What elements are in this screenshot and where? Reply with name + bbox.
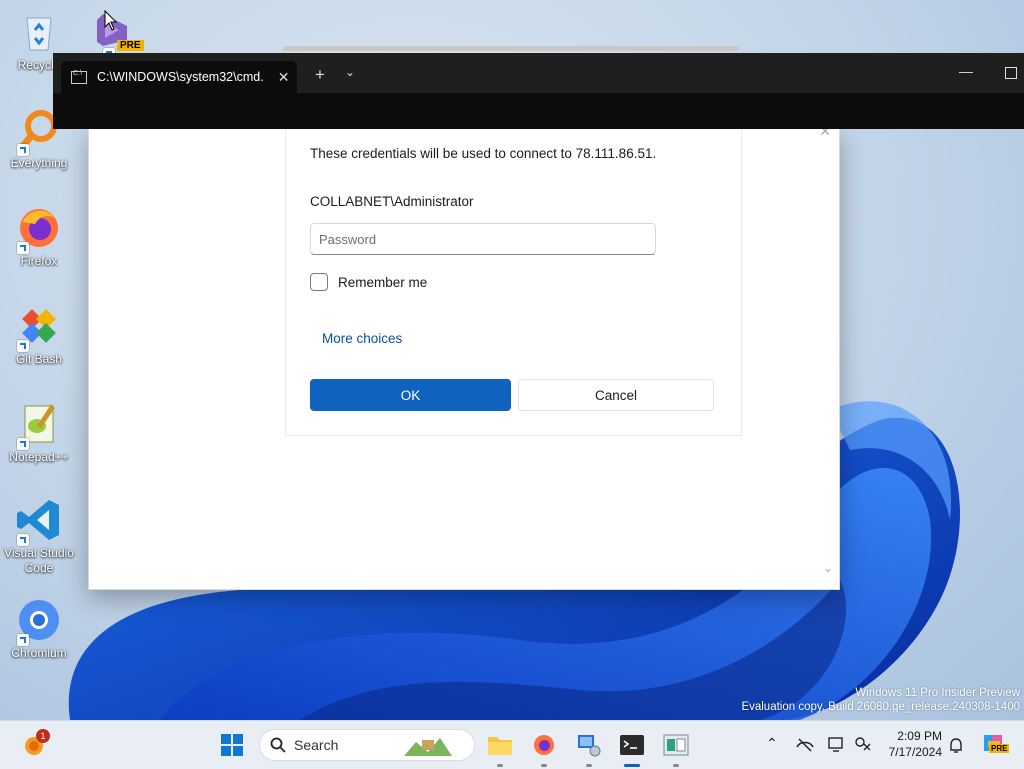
search-highlight-icon — [404, 738, 452, 756]
desktop-icon-label: Chromium — [11, 646, 67, 660]
new-tab-plus-icon[interactable]: + — [315, 65, 325, 85]
desktop-icon-vscode[interactable]: Visual Studio Code — [1, 496, 77, 576]
running-indicator — [541, 764, 547, 767]
display-settings-icon[interactable] — [828, 736, 846, 754]
password-field[interactable] — [310, 223, 656, 255]
shortcut-arrow-icon — [17, 534, 29, 546]
watermark-line-1: Windows 11 Pro Insider Preview — [855, 687, 1020, 699]
running-indicator — [586, 764, 592, 767]
desktop-icon-label: Everything — [10, 156, 68, 170]
remember-me-row[interactable]: Remember me — [310, 273, 427, 291]
credential-card: These credentials will be used to connec… — [285, 129, 742, 436]
desktop-icon-git-bash[interactable]: Git Bash — [1, 302, 77, 367]
chromium-icon — [15, 596, 63, 646]
evaluation-watermark: Windows 11 Pro Insider Preview Evaluatio… — [741, 686, 1020, 714]
taskbar: 1 Search ⌃ 2:09 PM 7/17/2024 PRE — [0, 720, 1024, 769]
terminal-window: C:\WINDOWS\system32\cmd. ✕ + ⌄ — — [53, 53, 1024, 129]
shortcut-arrow-icon — [17, 438, 29, 450]
desktop-icon-label: Visual Studio Code — [4, 546, 74, 575]
scroll-down-chevron-icon[interactable]: ⌄ — [823, 561, 833, 575]
maximize-icon[interactable] — [1005, 67, 1017, 79]
search-icon — [270, 737, 286, 753]
taskbar-file-explorer[interactable] — [484, 729, 516, 767]
search-label: Search — [294, 737, 339, 753]
preview-badge: PRE — [117, 40, 144, 51]
recycle-bin-icon — [15, 8, 63, 56]
dialog-scrollbar-thumb[interactable] — [283, 46, 739, 51]
taskbar-remote-app[interactable] — [660, 729, 692, 767]
firefox-icon — [534, 735, 554, 755]
notepad-plus-plus-icon — [15, 400, 63, 450]
remote-desktop-icon — [578, 735, 601, 757]
notification-badge: 1 — [36, 729, 50, 743]
copilot-preview-badge: PRE — [989, 744, 1010, 753]
terminal-tab[interactable]: C:\WINDOWS\system32\cmd. ✕ — [61, 61, 297, 93]
tab-dropdown-chevron-icon[interactable]: ⌄ — [345, 65, 355, 79]
desktop-icon-notepad-plus-plus[interactable]: Notepad++ — [1, 400, 77, 465]
shortcut-arrow-icon — [17, 242, 29, 254]
folder-icon — [488, 737, 512, 755]
cancel-button[interactable]: Cancel — [518, 379, 714, 411]
remember-me-checkbox[interactable] — [310, 273, 328, 291]
desktop-icon-label: Firefox — [20, 254, 58, 268]
minimize-icon[interactable]: — — [959, 63, 973, 79]
mouse-cursor-icon — [104, 10, 118, 31]
terminal-icon — [620, 735, 644, 755]
taskbar-clock[interactable]: 2:09 PM 7/17/2024 — [880, 729, 942, 759]
windows-logo-icon — [221, 734, 243, 756]
credential-dialog: ✕ These credentials will be used to conn… — [88, 123, 840, 590]
desktop-icon-label: Notepad++ — [9, 450, 69, 464]
taskbar-firefox[interactable] — [528, 729, 560, 767]
running-indicator — [673, 764, 679, 767]
taskbar-terminal[interactable] — [616, 729, 648, 767]
copilot-preview-button[interactable]: PRE — [980, 731, 1010, 759]
accessibility-settings-icon[interactable] — [854, 736, 872, 754]
git-bash-icon — [15, 302, 63, 352]
start-button[interactable] — [216, 729, 248, 761]
taskbar-widgets-button[interactable]: 1 — [18, 729, 50, 761]
desktop-icon-firefox[interactable]: Firefox — [1, 204, 77, 269]
network-disconnected-icon[interactable] — [796, 737, 814, 753]
terminal-titlebar[interactable]: C:\WINDOWS\system32\cmd. ✕ + ⌄ — — [53, 53, 1024, 93]
credentials-description: These credentials will be used to connec… — [310, 146, 657, 161]
notification-bell-icon[interactable] — [948, 737, 964, 755]
terminal-tab-title: C:\WINDOWS\system32\cmd. — [97, 70, 264, 84]
desktop-icon-chromium[interactable]: Chromium — [1, 596, 77, 661]
watermark-line-2: Evaluation copy. Build 26080.ge_release.… — [741, 701, 1020, 713]
clock-date: 7/17/2024 — [888, 745, 942, 759]
taskbar-remote-desktop[interactable] — [573, 729, 605, 767]
active-indicator — [624, 764, 640, 767]
remote-app-icon — [663, 734, 689, 756]
shortcut-arrow-icon — [17, 634, 29, 646]
shortcut-arrow-icon — [17, 144, 29, 156]
show-hidden-icons-chevron-icon[interactable]: ⌃ — [766, 735, 778, 752]
remember-me-label: Remember me — [338, 274, 428, 290]
clock-time: 2:09 PM — [897, 729, 942, 743]
ok-button[interactable]: OK — [310, 379, 511, 411]
running-indicator — [497, 764, 503, 767]
username-label: COLLABNET\Administrator — [310, 194, 474, 209]
more-choices-link[interactable]: More choices — [322, 331, 402, 346]
vscode-icon — [15, 496, 63, 546]
cmd-icon — [71, 70, 87, 84]
tab-close-icon[interactable]: ✕ — [278, 69, 290, 86]
taskbar-search-box[interactable]: Search — [259, 729, 475, 761]
firefox-icon — [15, 204, 63, 254]
desktop-icon-label: Git Bash — [15, 352, 63, 366]
shortcut-arrow-icon — [17, 340, 29, 352]
